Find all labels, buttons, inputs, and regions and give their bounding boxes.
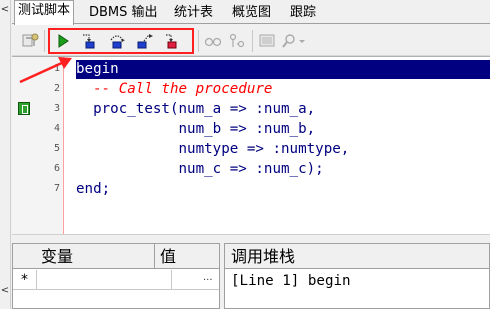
code-editor[interactable]: 1 2 3 4 5 6 7 begin -- Call the procedur… [12, 56, 490, 235]
variables-panel: 变量 值 * ... [12, 243, 220, 309]
code-line: numtype => :numtype, [76, 141, 350, 157]
toggle-panel-icon[interactable] [22, 32, 40, 50]
left-collapse-strip: < < [0, 0, 11, 309]
row-marker: * [13, 270, 37, 290]
code-line-comment: -- Call the procedure [76, 81, 273, 97]
debug-toolbar [12, 25, 490, 56]
column-divider[interactable] [154, 244, 155, 269]
step-over-icon[interactable] [108, 32, 126, 50]
variables-col-value[interactable]: 值 [160, 244, 176, 269]
tab-test-script[interactable]: 测试脚本 [14, 0, 75, 25]
chevron-down-icon[interactable] [298, 32, 306, 50]
screen-icon[interactable] [258, 32, 276, 50]
editor-horizontal-scrollbar[interactable] [12, 234, 490, 242]
tab-bar: 测试脚本 DBMS 输出 统计表 概览图 跟踪 [12, 0, 490, 25]
execute-icon[interactable] [54, 32, 72, 50]
step-into-icon[interactable] [80, 32, 98, 50]
variable-name-cell[interactable] [37, 270, 172, 290]
run-to-exception-icon[interactable] [162, 32, 180, 50]
code-line: proc_test(num_a => :num_a, [76, 101, 316, 117]
annotation-arrow-icon [19, 57, 72, 84]
toolbar-separator [252, 30, 253, 52]
code-line: begin [76, 61, 119, 77]
set-breakpoint-icon[interactable] [228, 32, 246, 50]
code-line: num_c => :num_c); [76, 161, 324, 177]
ellipsis-button[interactable]: ... [203, 270, 213, 290]
call-stack-panel: 调用堆栈 [Line 1] begin [224, 243, 490, 309]
collapse-left-button-bottom[interactable]: < [0, 283, 10, 299]
tab-trace[interactable]: 跟踪 [286, 2, 320, 24]
line-number: 3 [53, 103, 60, 114]
line-number: 4 [53, 123, 60, 134]
call-stack-header: 调用堆栈 [225, 244, 489, 269]
toolbar-separator [44, 30, 45, 52]
tab-statistics[interactable]: 统计表 [170, 2, 217, 24]
step-out-icon[interactable] [136, 32, 154, 50]
search-icon[interactable] [280, 32, 298, 50]
line-number: 5 [53, 143, 60, 154]
variables-col-name[interactable]: 变量 [41, 244, 73, 269]
line-number: 7 [53, 183, 60, 194]
line-number: 6 [53, 163, 60, 174]
current-line-highlight [76, 60, 490, 79]
code-line: end; [76, 181, 111, 197]
call-stack-entry[interactable]: [Line 1] begin [231, 271, 351, 291]
break-icon[interactable] [204, 32, 222, 50]
tab-overview[interactable]: 概览图 [228, 2, 275, 24]
variables-new-row[interactable]: * ... [13, 270, 219, 290]
variables-header: 变量 值 [13, 244, 219, 269]
collapse-left-button-top[interactable]: < [0, 2, 10, 18]
execution-marker-icon[interactable] [18, 102, 30, 115]
code-line: num_b => :num_b, [76, 121, 316, 137]
toolbar-separator [198, 30, 199, 52]
tab-dbms-output[interactable]: DBMS 输出 [85, 2, 162, 24]
debug-window: < < 测试脚本 DBMS 输出 统计表 概览图 跟踪 1 2 3 4 5 6 … [0, 0, 490, 309]
